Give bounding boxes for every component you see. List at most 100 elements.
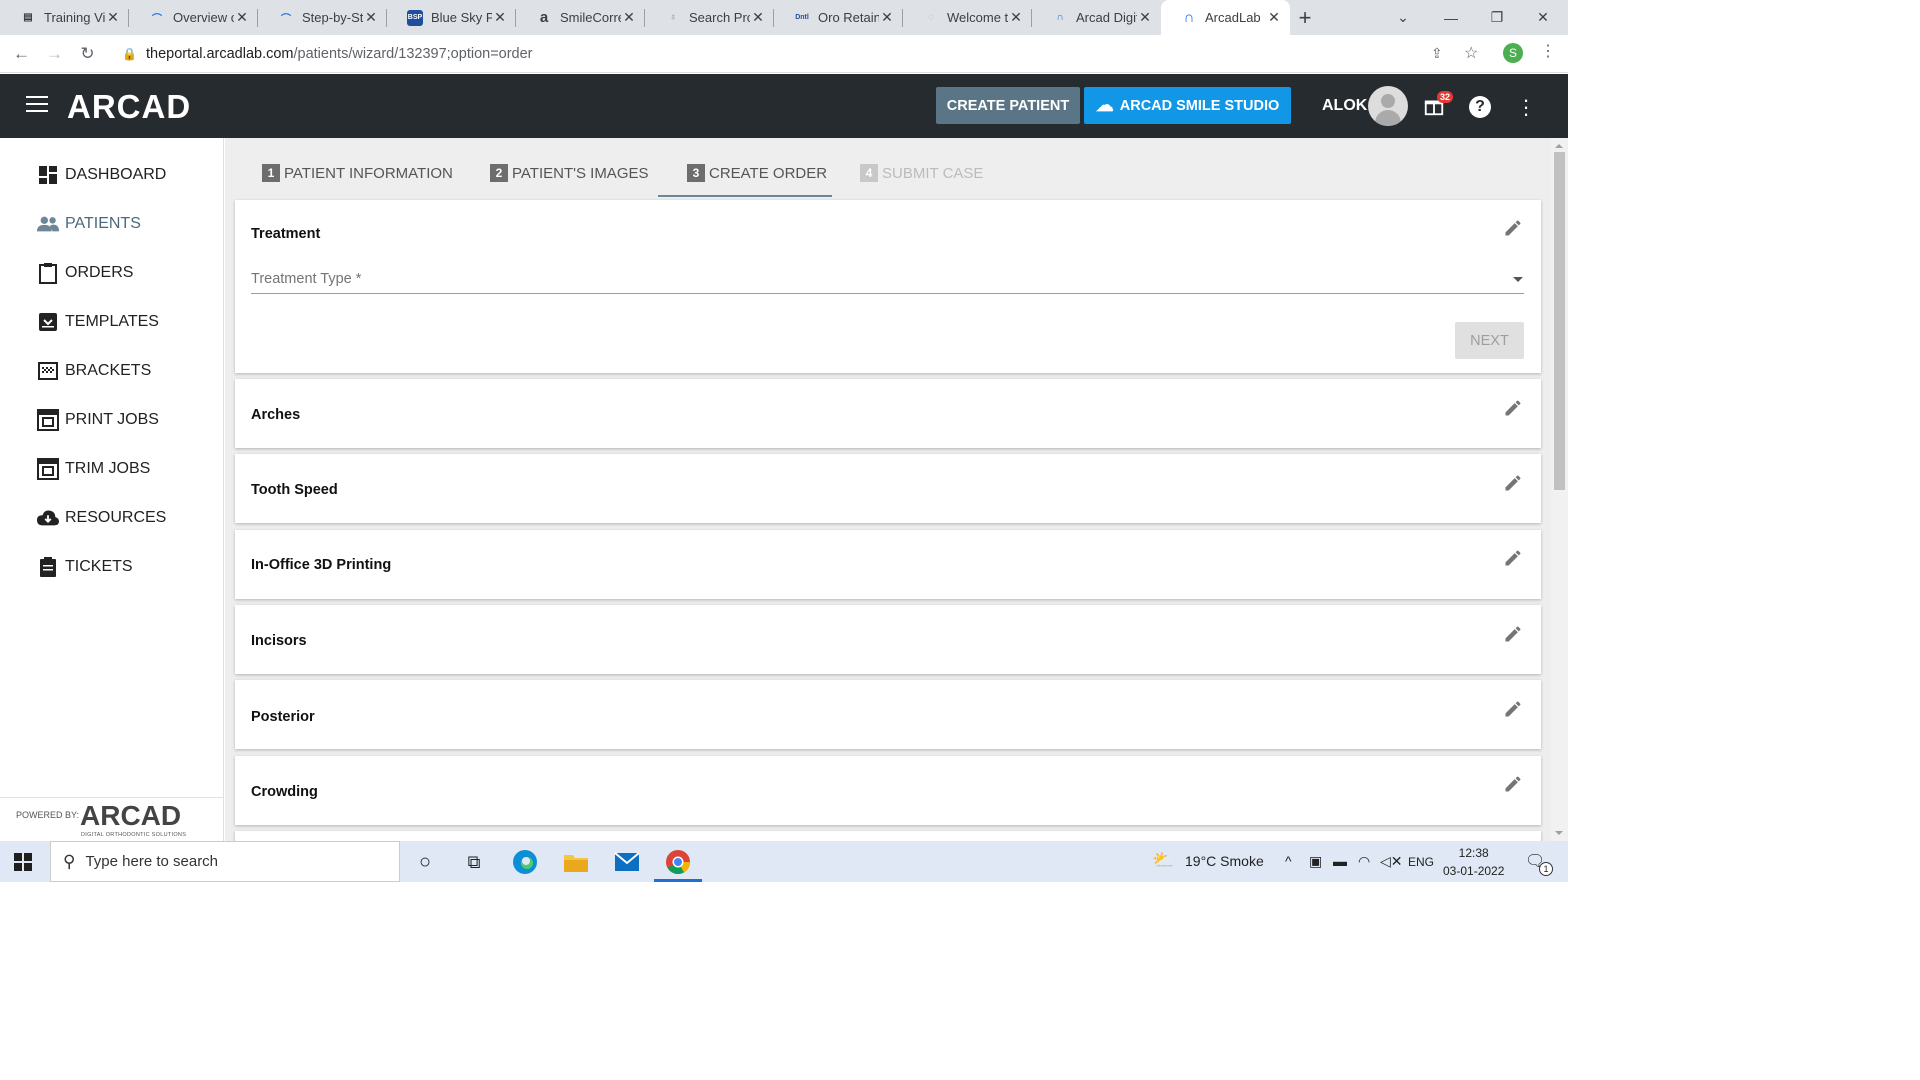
tab-search-icon[interactable]: ⌄ <box>1380 0 1426 35</box>
browser-menu-icon[interactable]: ⋮ <box>1540 41 1556 61</box>
sidebar-item-brackets[interactable]: BRACKETS <box>37 358 151 384</box>
edit-icon[interactable] <box>1503 548 1523 568</box>
avatar[interactable] <box>1368 86 1408 126</box>
help-icon[interactable]: ? <box>1469 96 1491 118</box>
sidebar-item-templates[interactable]: TEMPLATES <box>37 309 159 335</box>
close-tab-icon[interactable]: ✕ <box>1137 9 1153 26</box>
user-name[interactable]: ALOK <box>1322 97 1367 115</box>
chevron-down-icon[interactable] <box>1513 277 1523 282</box>
browser-tab[interactable]: ⌒Overview of✕ <box>129 0 258 35</box>
wifi-icon[interactable]: ◠ <box>1358 853 1370 870</box>
browser-tab[interactable]: aSmileCorrec✕ <box>516 0 645 35</box>
browser-tab[interactable]: ∩ Arcad Digit ✕ <box>1032 0 1161 35</box>
task-view-icon[interactable]: ⧉ <box>461 849 487 875</box>
edit-icon[interactable] <box>1503 624 1523 644</box>
step-patients-images[interactable]: 2 PATIENT'S IMAGES <box>490 164 649 182</box>
close-tab-icon[interactable]: ✕ <box>105 9 121 26</box>
maximize-button[interactable]: ❐ <box>1474 0 1520 35</box>
minimize-button[interactable]: — <box>1428 0 1474 35</box>
section-incisors[interactable]: Incisors <box>235 605 1541 674</box>
section-posterior[interactable]: Posterior <box>235 680 1541 749</box>
browser-tab-active[interactable]: ∩ ArcadLab ✕ <box>1161 0 1290 35</box>
browser-tab[interactable]: ♁Search Prod✕ <box>645 0 774 35</box>
sidebar-item-tickets[interactable]: TICKETS <box>37 554 133 580</box>
sidebar-item-trim-jobs[interactable]: TRIM JOBS <box>37 456 150 482</box>
back-icon[interactable]: ← <box>5 44 38 64</box>
profile-avatar[interactable]: S <box>1503 43 1523 63</box>
close-window-button[interactable]: ✕ <box>1520 0 1566 35</box>
close-tab-icon[interactable]: ✕ <box>879 9 895 26</box>
language-indicator[interactable]: ENG <box>1408 855 1434 869</box>
arc-icon: ⌒ <box>152 14 162 25</box>
meet-now-icon[interactable]: ▣ <box>1309 853 1322 870</box>
arcad-logo[interactable]: ARCAD <box>67 88 191 126</box>
share-icon[interactable]: ⇪ <box>1431 45 1443 62</box>
close-tab-icon[interactable]: ✕ <box>492 9 508 26</box>
powered-logo: ARCAD <box>80 800 182 831</box>
close-tab-icon[interactable]: ✕ <box>621 9 637 26</box>
wizard-steps: 1 PATIENT INFORMATION 2 PATIENT'S IMAGES 3… <box>225 138 1551 198</box>
browser-tab[interactable]: ⌒Step-by-Ste✕ <box>258 0 387 35</box>
show-hidden-icons-icon[interactable]: ^ <box>1285 853 1292 869</box>
section-arches[interactable]: Arches <box>235 379 1541 448</box>
edit-icon[interactable] <box>1503 473 1523 493</box>
arcad-smile-studio-button[interactable]: ☁ ARCAD SMILE STUDIO <box>1084 87 1291 124</box>
more-menu-icon[interactable]: · · · <box>1520 89 1532 125</box>
edge-icon[interactable] <box>512 849 538 875</box>
lock-icon: 🔒 <box>122 46 137 61</box>
cloud-download-icon: ☁ <box>1095 95 1114 115</box>
sidebar-item-orders[interactable]: ORDERS <box>37 260 133 286</box>
notification-badge: 32 <box>1437 91 1454 103</box>
weather-icon[interactable]: ⛅ <box>1152 850 1174 871</box>
step-create-order[interactable]: 3 CREATE ORDER <box>687 164 827 182</box>
forward-icon[interactable]: → <box>38 44 71 64</box>
browser-tab[interactable]: ▤Training Vid✕ <box>0 0 129 35</box>
edit-icon[interactable] <box>1503 699 1523 719</box>
cortana-icon[interactable]: ○ <box>412 849 438 875</box>
weather-text[interactable]: 19°C Smoke <box>1185 853 1264 869</box>
arc-icon: ⌒ <box>281 14 291 25</box>
address-bar: ← → ↻ 🔒 theportal.arcadlab.com/patients/… <box>0 35 1568 73</box>
sidebar-item-resources[interactable]: RESOURCES <box>37 505 166 531</box>
close-tab-icon[interactable]: ✕ <box>1266 9 1282 26</box>
file-explorer-icon[interactable] <box>563 849 589 875</box>
vertical-scrollbar[interactable] <box>1551 138 1568 841</box>
section-in-office-3d-printing[interactable]: In-Office 3D Printing <box>235 530 1541 599</box>
cloud-download-icon <box>37 507 59 529</box>
mail-icon[interactable] <box>614 849 640 875</box>
treatment-type-select[interactable]: Treatment Type * <box>251 271 361 287</box>
section-tooth-speed[interactable]: Tooth Speed <box>235 454 1541 523</box>
close-tab-icon[interactable]: ✕ <box>363 9 379 26</box>
arcad-icon: ∩ <box>1056 12 1064 23</box>
windows-start-icon[interactable] <box>14 853 32 871</box>
step-patient-information[interactable]: 1 PATIENT INFORMATION <box>262 164 453 182</box>
edit-icon[interactable] <box>1503 774 1523 794</box>
ticket-icon <box>37 556 59 578</box>
sidebar-item-dashboard[interactable]: DASHBOARD <box>37 162 166 188</box>
chrome-icon[interactable] <box>665 849 691 875</box>
new-tab-button[interactable]: + <box>1290 0 1320 35</box>
close-tab-icon[interactable]: ✕ <box>234 9 250 26</box>
browser-tab[interactable]: DntlOro Retaine✕ <box>774 0 903 35</box>
sidebar-item-patients[interactable]: PATIENTS <box>37 211 141 237</box>
dental-icon: Dntl <box>795 14 809 21</box>
browser-tab[interactable]: ◌Welcome to✕ <box>903 0 1032 35</box>
battery-icon[interactable]: ▬ <box>1333 853 1347 869</box>
close-tab-icon[interactable]: ✕ <box>1008 9 1024 26</box>
taskbar-search-input[interactable]: ⚲ Type here to search <box>50 841 400 882</box>
hamburger-menu-icon[interactable] <box>26 96 48 114</box>
url-field[interactable]: 🔒 theportal.arcadlab.com/patients/wizard… <box>110 37 1490 70</box>
clock[interactable]: 12:38 03-01-2022 <box>1443 844 1504 880</box>
volume-muted-icon[interactable]: ◁✕ <box>1380 853 1403 870</box>
bookmark-star-icon[interactable]: ☆ <box>1464 43 1478 63</box>
archive-icon <box>37 311 59 333</box>
sidebar-item-print-jobs[interactable]: PRINT JOBS <box>37 407 159 433</box>
edit-icon[interactable] <box>1503 218 1523 238</box>
close-tab-icon[interactable]: ✕ <box>750 9 766 26</box>
scrollbar-thumb[interactable] <box>1554 152 1565 490</box>
browser-tab[interactable]: BSPBlue Sky Pla✕ <box>387 0 516 35</box>
create-patient-button[interactable]: CREATE PATIENT <box>936 87 1080 124</box>
reload-icon[interactable]: ↻ <box>71 44 104 64</box>
edit-icon[interactable] <box>1503 398 1523 418</box>
section-crowding[interactable]: Crowding <box>235 756 1541 825</box>
